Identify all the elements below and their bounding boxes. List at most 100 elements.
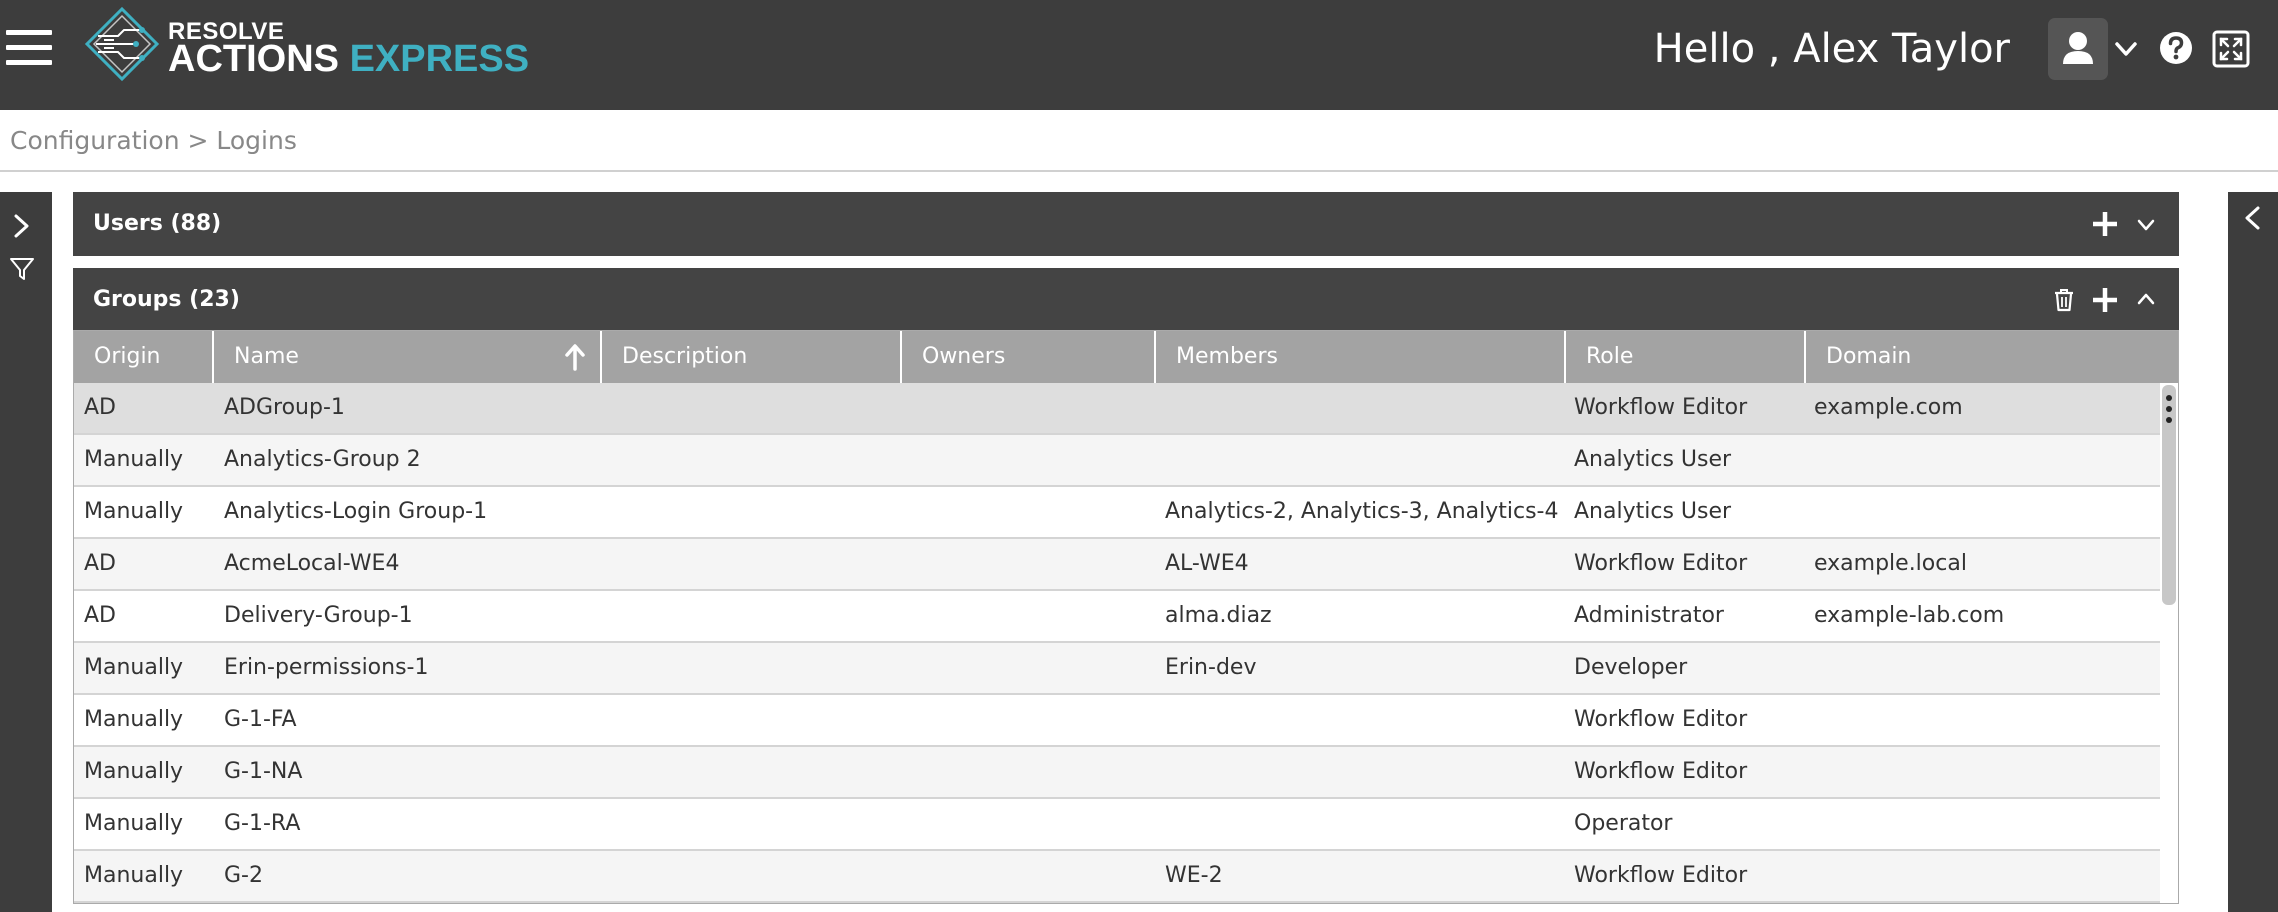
cell-origin: AD (84, 551, 116, 576)
table-row[interactable]: Manually Analytics-Login Group-1 Analytics… (74, 487, 2160, 539)
user-icon (2063, 32, 2093, 64)
chevron-down-icon[interactable] (2135, 214, 2157, 236)
filter-icon[interactable] (9, 256, 35, 282)
cell-name: G-1-RA (224, 811, 301, 836)
cell-domain (1814, 643, 2154, 693)
cell-role: Analytics User (1574, 499, 1732, 524)
cell-origin: AD (84, 603, 116, 628)
cell-name: ADGroup-1 (224, 395, 345, 420)
table-row[interactable]: Manually G-1-FA Workflow Editor (74, 695, 2160, 747)
top-bar: RESOLVE ACTIONS EXPRESS Hello , Alex Tay… (0, 0, 2278, 110)
cell-owners (912, 851, 1152, 901)
cell-owners (912, 487, 1152, 537)
table-row[interactable]: AD AcmeLocal-WE4 AL-WE4 Workflow Editor exam… (74, 539, 2160, 591)
table-row[interactable]: Manually Erin-permissions-1 Erin-dev Develo… (74, 643, 2160, 695)
cell-description (612, 435, 897, 485)
cell-role: Developer (1574, 655, 1688, 680)
cell-members: Erin-dev (1165, 655, 1257, 680)
cell-owners (912, 643, 1152, 693)
cell-origin: Manually (84, 707, 184, 732)
cell-origin: Manually (84, 863, 184, 888)
chevron-up-icon[interactable] (2135, 288, 2157, 310)
column-header-role[interactable]: Role (1566, 331, 1806, 383)
column-header-domain[interactable]: Domain (1806, 331, 2178, 383)
row-actions-icon[interactable] (2162, 389, 2176, 429)
column-header-description[interactable]: Description (602, 331, 902, 383)
cell-domain (1814, 851, 2154, 901)
table-row[interactable]: AD Delivery-Group-1 alma.diaz Administrator… (74, 591, 2160, 643)
groups-panel-header[interactable]: Groups (23) (73, 268, 2179, 332)
cell-description (612, 695, 897, 745)
users-panel-header[interactable]: Users (88) (73, 192, 2179, 256)
cell-name: Erin-permissions-1 (224, 655, 429, 680)
cell-owners (912, 591, 1152, 641)
chevron-right-icon[interactable] (10, 212, 34, 240)
cell-name: AcmeLocal-WE4 (224, 551, 400, 576)
cell-description (612, 851, 897, 901)
user-menu-button[interactable] (2048, 18, 2108, 80)
logo-text-main: ACTIONS EXPRESS (168, 38, 530, 80)
cell-origin: Manually (84, 811, 184, 836)
cell-members: AL-WE4 (1165, 551, 1249, 576)
cell-origin: Manually (84, 655, 184, 680)
table-header: Origin Name Description Owners Members R… (74, 331, 2178, 383)
left-filter-rail (0, 192, 52, 912)
table-row[interactable]: AD ADGroup-1 Workflow Editor example.com (74, 383, 2160, 435)
cell-name: G-2 (224, 863, 263, 888)
cell-description (612, 487, 897, 537)
cell-role: Workflow Editor (1574, 863, 1748, 888)
cell-role: Workflow Editor (1574, 395, 1748, 420)
breadcrumb: Configuration > Logins (10, 126, 297, 155)
table-row[interactable]: Manually G-1-NA Workflow Editor (74, 747, 2160, 799)
plus-icon[interactable] (2093, 212, 2117, 236)
chevron-left-icon[interactable] (2241, 204, 2265, 232)
trash-icon[interactable] (2053, 288, 2075, 312)
column-header-members[interactable]: Members (1156, 331, 1566, 383)
cell-domain: example-lab.com (1814, 603, 2005, 628)
table-row[interactable]: Manually G-1-RA Operator (74, 799, 2160, 851)
cell-owners (912, 383, 1152, 433)
cell-members (1165, 435, 1561, 485)
cell-owners (912, 747, 1152, 797)
logo-mark-icon (84, 6, 160, 82)
column-header-origin[interactable]: Origin (74, 331, 214, 383)
cell-name: Analytics-Login Group-1 (224, 499, 488, 524)
user-greeting: Hello , Alex Taylor (1653, 26, 2010, 72)
cell-members (1165, 695, 1561, 745)
divider (0, 170, 2278, 172)
cell-description (612, 799, 897, 849)
groups-table: Origin Name Description Owners Members R… (73, 330, 2179, 904)
cell-name: G-1-NA (224, 759, 303, 784)
logo: RESOLVE ACTIONS EXPRESS (84, 6, 529, 86)
column-header-name[interactable]: Name (214, 331, 602, 383)
right-side-rail (2228, 192, 2278, 912)
cell-origin: Manually (84, 759, 184, 784)
cell-role: Analytics User (1574, 447, 1732, 472)
groups-panel-title: Groups (23) (93, 287, 240, 312)
cell-domain: example.com (1814, 395, 1963, 420)
cell-domain (1814, 799, 2154, 849)
cell-role: Workflow Editor (1574, 707, 1748, 732)
table-row[interactable]: Manually G-2 WE-2 Workflow Editor (74, 851, 2160, 903)
cell-owners (912, 799, 1152, 849)
sort-asc-icon[interactable] (564, 343, 586, 371)
hamburger-icon[interactable] (6, 30, 52, 66)
plus-icon[interactable] (2093, 288, 2117, 312)
cell-role: Workflow Editor (1574, 759, 1748, 784)
cell-members (1165, 799, 1561, 849)
cell-name: Delivery-Group-1 (224, 603, 413, 628)
column-header-owners[interactable]: Owners (902, 331, 1156, 383)
cell-name: G-1-FA (224, 707, 297, 732)
table-row[interactable]: Manually Analytics-Group 2 Analytics User (74, 435, 2160, 487)
cell-description (612, 591, 897, 641)
expand-icon[interactable] (2212, 30, 2250, 68)
cell-members: alma.diaz (1165, 603, 1272, 628)
cell-description (612, 383, 897, 433)
cell-owners (912, 539, 1152, 589)
cell-origin: Manually (84, 447, 184, 472)
cell-domain: example.local (1814, 551, 1967, 576)
cell-owners (912, 695, 1152, 745)
chevron-down-icon[interactable] (2113, 36, 2139, 62)
help-icon[interactable] (2158, 30, 2194, 66)
cell-members (1165, 747, 1561, 797)
